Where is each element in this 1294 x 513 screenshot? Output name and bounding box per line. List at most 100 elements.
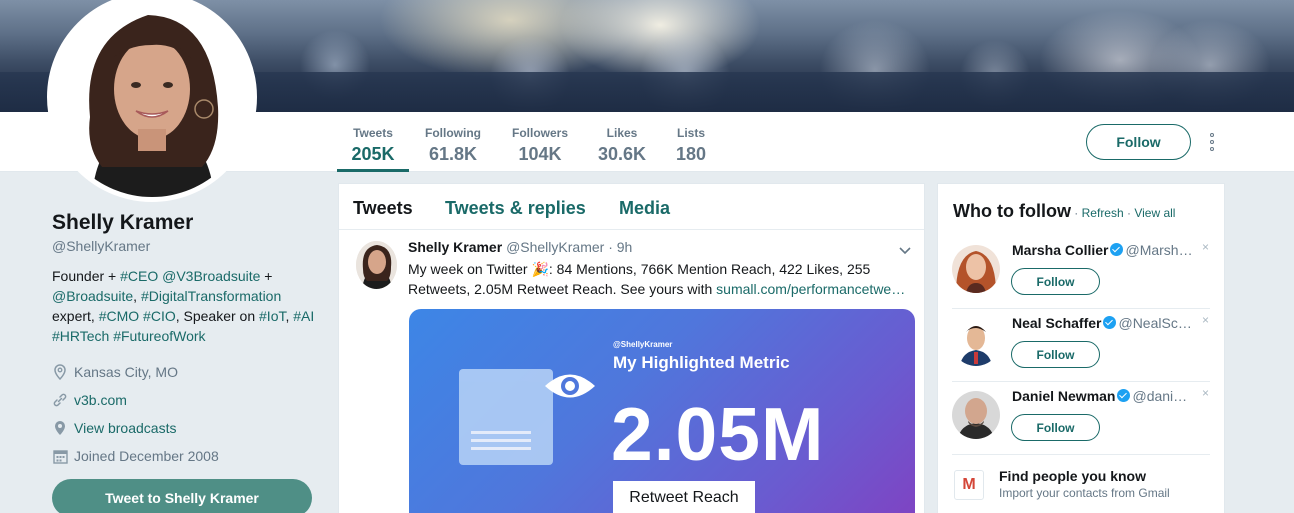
- dismiss-icon[interactable]: ×: [1202, 240, 1209, 254]
- dismiss-icon[interactable]: ×: [1202, 386, 1209, 400]
- bio-hashtag-digitaltransformation[interactable]: #DigitalTransformation: [141, 288, 281, 304]
- suggestion-handle[interactable]: @dani…: [1132, 388, 1187, 404]
- follow-button[interactable]: Follow: [1086, 124, 1191, 160]
- follow-button[interactable]: Follow: [1011, 414, 1100, 441]
- suggestion-avatar[interactable]: [952, 391, 1000, 439]
- bio-hashtag-hrtech[interactable]: #HRTech: [52, 328, 109, 344]
- stat-lists[interactable]: Lists 180: [668, 112, 714, 172]
- stat-followers[interactable]: Followers 104K: [504, 112, 576, 172]
- location-text: Kansas City, MO: [74, 364, 178, 380]
- verified-icon: [1110, 243, 1124, 256]
- bio-text: , Speaker on: [175, 308, 260, 324]
- profile-name: Shelly Kramer: [52, 211, 194, 234]
- tweet-link[interactable]: sumall.com/performancetwe…: [716, 281, 905, 297]
- timeline: Tweets Tweets & replies Media Shelly Kra…: [338, 183, 925, 513]
- stat-label: Likes: [606, 126, 638, 140]
- more-options-icon[interactable]: [1206, 133, 1218, 151]
- card-title: My Highlighted Metric: [613, 353, 790, 372]
- tweet-to-button[interactable]: Tweet to Shelly Kramer: [52, 479, 312, 513]
- separator: ·: [1123, 206, 1135, 220]
- location-pin-icon: [52, 364, 68, 380]
- separator: ·: [1070, 206, 1082, 220]
- suggestion-item[interactable]: Daniel Newman @dani… × Follow: [952, 383, 1210, 455]
- card-metric-value: 2.05M: [611, 392, 825, 476]
- stat-tweets[interactable]: Tweets 205K: [337, 112, 409, 172]
- stat-value: 30.6K: [597, 144, 647, 164]
- verified-icon: [1117, 389, 1131, 402]
- suggestion-name[interactable]: Daniel Newman: [1012, 388, 1115, 404]
- follow-button[interactable]: Follow: [1011, 341, 1100, 368]
- tab-media[interactable]: Media: [619, 198, 670, 219]
- suggestion-name[interactable]: Neal Schaffer: [1012, 315, 1101, 331]
- find-people-title[interactable]: Find people you know: [999, 468, 1146, 484]
- profile-avatar[interactable]: [47, 0, 257, 202]
- bio-text: expert,: [52, 308, 99, 324]
- stat-value: 180: [675, 144, 707, 164]
- verified-icon: [1103, 316, 1117, 329]
- suggestion-avatar[interactable]: [952, 245, 1000, 293]
- tweet-text-line: Retweets, 2.05M Retweet Reach. See yours…: [408, 281, 717, 297]
- follow-button[interactable]: Follow: [1011, 268, 1100, 295]
- eye-icon: [545, 374, 595, 398]
- timeline-tabs: Tweets Tweets & replies Media: [339, 184, 924, 230]
- bio-text: +: [260, 268, 273, 284]
- stat-value: 104K: [518, 144, 562, 164]
- bio-mention-broadsuite[interactable]: @Broadsuite: [52, 288, 133, 304]
- find-people[interactable]: M Find people you know Import your conta…: [952, 464, 1212, 513]
- suggestion-name[interactable]: Marsha Collier: [1012, 242, 1108, 258]
- profile-location: Kansas City, MO: [52, 362, 178, 382]
- bio-mention-v3broadsuite[interactable]: @V3Broadsuite: [162, 268, 260, 284]
- tweet-media-card[interactable]: @ShellyKramer My Highlighted Metric 2.05…: [409, 309, 915, 513]
- stat-label: Following: [425, 126, 481, 140]
- chevron-down-icon[interactable]: [899, 243, 911, 255]
- view-all-link[interactable]: View all: [1134, 206, 1175, 220]
- who-to-follow-title: Who to follow: [953, 201, 1071, 221]
- stat-label: Lists: [676, 126, 705, 140]
- stat-value: 61.8K: [428, 144, 478, 164]
- suggestion-item[interactable]: Neal Schaffer @NealSc… × Follow: [952, 310, 1210, 382]
- stat-likes[interactable]: Likes 30.6K: [590, 112, 654, 172]
- stat-following[interactable]: Following 61.8K: [417, 112, 489, 172]
- suggestion-avatar[interactable]: [952, 318, 1000, 366]
- joined-text: Joined December 2008: [74, 448, 219, 464]
- tweet-text-line: My week on Twitter 🎉: 84 Mentions, 766K …: [408, 261, 871, 277]
- suggestion-handle[interactable]: @Marsh…: [1125, 242, 1192, 258]
- tweet-author-handle[interactable]: @ShellyKramer: [506, 239, 604, 255]
- who-to-follow: Who to follow · Refresh · View all Marsh…: [937, 183, 1225, 513]
- tweet-author-name[interactable]: Shelly Kramer: [408, 239, 502, 255]
- suggestion-name-row: Neal Schaffer @NealSc…: [1012, 315, 1192, 331]
- bio-hashtag-cio[interactable]: #CIO: [143, 308, 176, 324]
- document-icon: [459, 369, 553, 465]
- tab-tweets-and-replies[interactable]: Tweets & replies: [445, 198, 586, 219]
- card-metric-label: Retweet Reach: [613, 481, 755, 513]
- suggestion-name-row: Daniel Newman @dani…: [1012, 388, 1187, 404]
- tab-tweets[interactable]: Tweets: [353, 198, 413, 219]
- bio-hashtag-futureofwork[interactable]: #FutureofWork: [113, 328, 205, 344]
- bio-text: ,: [133, 288, 141, 304]
- bio-hashtag-iot[interactable]: #IoT: [259, 308, 285, 324]
- profile-bio: Founder + #CEO @V3Broadsuite + @Broadsui…: [52, 266, 317, 346]
- card-handle: @ShellyKramer: [613, 340, 673, 349]
- tweet-header: Shelly Kramer @ShellyKramer · 9h: [408, 239, 632, 255]
- broadcast-pin-icon: [52, 420, 68, 436]
- bio-hashtag-cmo[interactable]: #CMO: [99, 308, 139, 324]
- who-to-follow-header: Who to follow · Refresh · View all: [953, 201, 1175, 222]
- calendar-icon: [52, 448, 68, 464]
- suggestion-name-row: Marsha Collier @Marsh…: [1012, 242, 1193, 258]
- suggestion-item[interactable]: Marsha Collier @Marsh… × Follow: [952, 237, 1210, 309]
- bio-hashtag-ai[interactable]: #AI: [293, 308, 314, 324]
- dismiss-icon[interactable]: ×: [1202, 313, 1209, 327]
- link-icon: [52, 392, 68, 408]
- refresh-link[interactable]: Refresh: [1082, 206, 1124, 220]
- tweet-text: My week on Twitter 🎉: 84 Mentions, 766K …: [408, 259, 908, 299]
- website-link[interactable]: v3b.com: [74, 392, 127, 408]
- stat-value: 205K: [351, 144, 395, 164]
- profile-handle: @ShellyKramer: [52, 238, 151, 254]
- bio-text: Founder +: [52, 268, 121, 284]
- bio-hashtag-ceo[interactable]: #CEO: [120, 268, 158, 284]
- suggestion-handle[interactable]: @NealSc…: [1118, 315, 1191, 331]
- tweet-avatar[interactable]: [356, 241, 397, 289]
- tweet-time[interactable]: · 9h: [608, 239, 632, 255]
- find-people-subtitle: Import your contacts from Gmail: [999, 486, 1170, 500]
- view-broadcasts-link[interactable]: View broadcasts: [74, 420, 176, 436]
